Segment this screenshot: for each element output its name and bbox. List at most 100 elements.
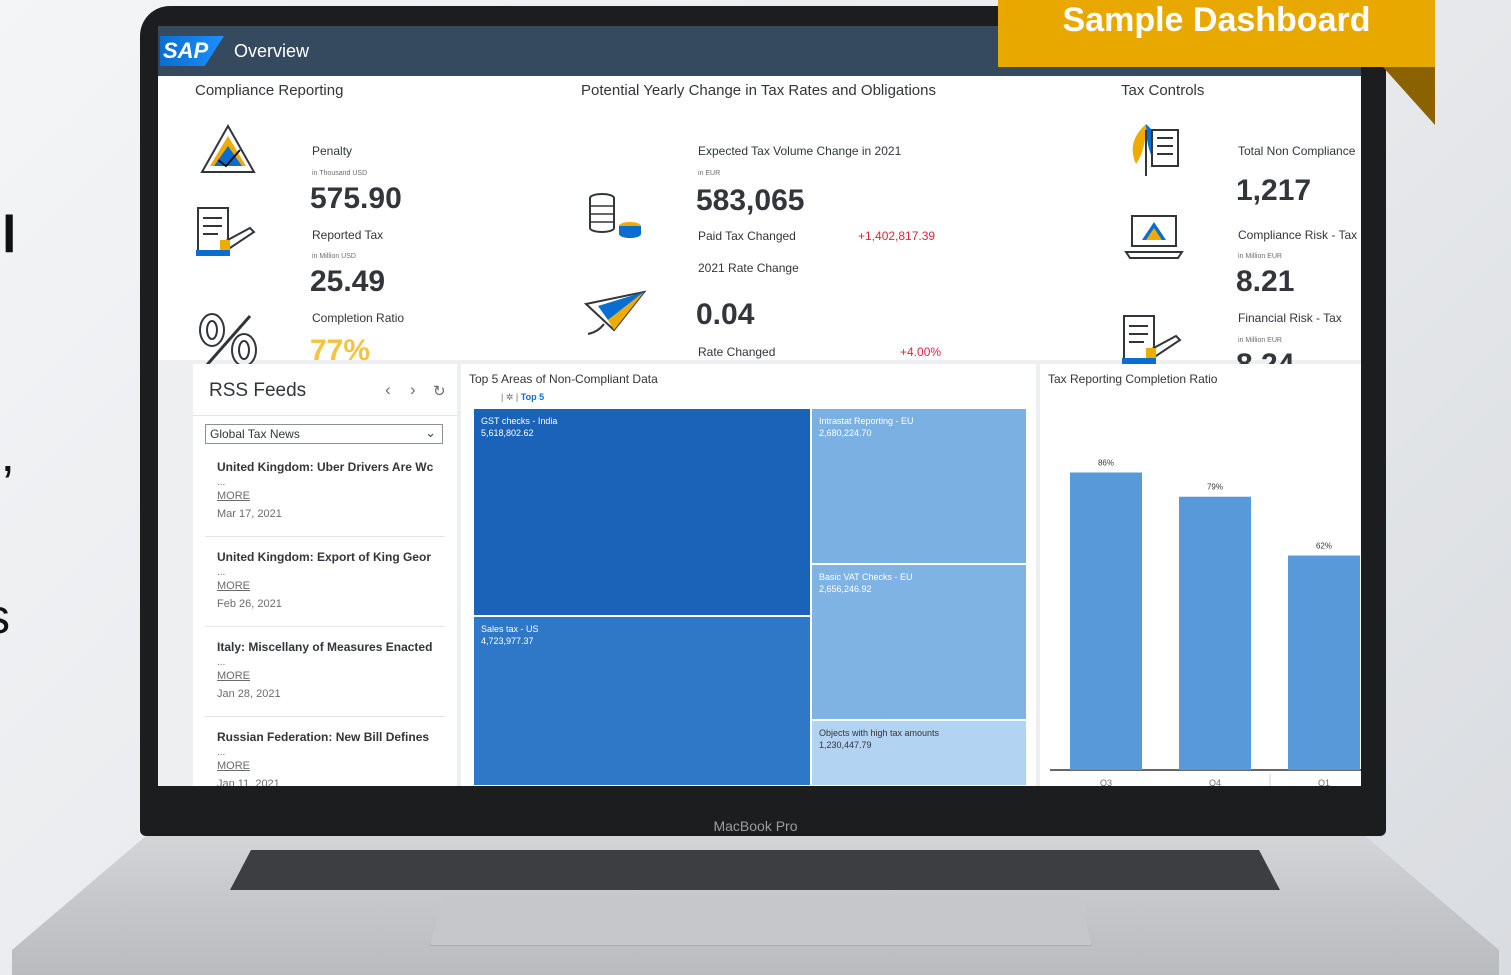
feed-date: Jan 11, 2021 — [217, 778, 280, 786]
potential-title: Potential Yearly Change in Tax Rates and… — [581, 82, 936, 99]
penalty-value[interactable]: 575.90 — [310, 182, 402, 216]
list-divider — [205, 626, 445, 627]
more-link[interactable]: MORE — [217, 670, 445, 682]
list-item[interactable]: Italy: Miscellany of Measures Enacted ..… — [217, 640, 445, 700]
bar[interactable] — [1179, 496, 1251, 770]
bar[interactable] — [1070, 472, 1142, 770]
tile-value: 2,656,246.92 — [819, 584, 872, 594]
feed-date: Feb 26, 2021 — [217, 598, 282, 610]
shell-title: Overview — [234, 40, 310, 61]
rss-card: RSS Feeds ‹ › ↻ Global Tax News ⌄ United… — [193, 364, 457, 786]
slide-edge-glyph: ’ — [2, 456, 14, 514]
more-link[interactable]: MORE — [217, 580, 445, 592]
list-item[interactable]: United Kingdom: Uber Drivers Are Wc ... … — [217, 460, 445, 520]
kpi-row: Compliance Reporting Penalty in Thousand… — [158, 76, 1361, 381]
bar-value-label: 79% — [1207, 483, 1223, 492]
top5-toggle[interactable]: Top 5 — [521, 392, 544, 402]
bar-chart: 86%Q379%Q462%Q120202021 — [1050, 459, 1361, 786]
more-link[interactable]: MORE — [217, 760, 445, 772]
rate-change-value[interactable]: 0.04 — [696, 298, 754, 332]
feed-headline[interactable]: United Kingdom: Export of King Geor — [217, 550, 445, 564]
feed-ellipsis: ... — [217, 657, 226, 668]
feed-select[interactable]: Global Tax News ⌄ — [205, 424, 443, 444]
rate-change-label: 2021 Rate Change — [698, 261, 799, 275]
compliance-risk-unit: in Million EUR — [1238, 253, 1282, 260]
financial-risk-label: Financial Risk - Tax — [1238, 311, 1342, 325]
keyboard — [230, 850, 1280, 890]
controls-title: Tax Controls — [1121, 82, 1205, 99]
volume-value[interactable]: 583,065 — [696, 184, 804, 218]
device-label: MacBook Pro — [713, 818, 798, 834]
chevron-down-icon: ⌄ — [425, 425, 436, 440]
percent-icon — [199, 313, 257, 367]
tile-value: 5,618,802.62 — [481, 428, 534, 438]
banner-fold — [1383, 67, 1435, 125]
list-divider — [205, 716, 445, 717]
treemap-tile[interactable]: GST checks - India 5,618,802.62 — [473, 408, 811, 616]
tile-name: Objects with high tax amounts — [819, 728, 940, 738]
refresh-icon[interactable]: ↻ — [433, 382, 446, 400]
compliance-risk-value[interactable]: 8.21 — [1236, 265, 1294, 299]
paid-tax-label: Paid Tax Changed — [698, 229, 796, 243]
treemap-tile[interactable]: Basic VAT Checks - EU 2,656,246.92 — [811, 564, 1027, 720]
tile-name: GST checks - India — [481, 416, 558, 426]
reported-tax-label: Reported Tax — [312, 228, 384, 242]
list-item[interactable]: United Kingdom: Export of King Geor ... … — [217, 550, 445, 610]
slide-edge-glyph: l — [2, 206, 17, 264]
paper-plane-icon — [584, 290, 647, 335]
tile-value: 1,230,447.79 — [819, 740, 872, 750]
chevron-left-icon[interactable]: ‹ — [385, 380, 391, 400]
treemap-tile[interactable]: Objects with high tax amounts 1,230,447.… — [811, 720, 1027, 786]
penalty-label: Penalty — [312, 144, 353, 158]
category-tick-label: Q1 — [1318, 778, 1330, 786]
trackpad — [430, 895, 1092, 946]
completion-chart-card: Tax Reporting Completion Ratio 86% Q3 79% Q… — [1040, 364, 1361, 786]
feed-headline[interactable]: United Kingdom: Uber Drivers Are Wc — [217, 460, 445, 474]
total-noncompliance-label: Total Non Compliance — [1238, 144, 1356, 158]
mountain-chart-icon — [200, 123, 256, 173]
category-tick-label: Q3 — [1100, 778, 1112, 786]
feed-ellipsis: ... — [217, 747, 226, 758]
chevron-right-icon[interactable]: › — [410, 380, 416, 400]
treemap-card: Top 5 Areas of Non-Compliant Data | ✲ | … — [461, 364, 1036, 786]
feed-date: Mar 17, 2021 — [217, 508, 282, 520]
tile-name: Intrastat Reporting - EU — [819, 416, 914, 426]
bar-value-label: 86% — [1098, 459, 1114, 468]
penalty-unit: in Thousand USD — [312, 170, 368, 177]
treemap-toolbar: | ✲ | Top 5 — [501, 392, 544, 403]
feed-ellipsis: ... — [217, 477, 226, 488]
list-item[interactable]: Russian Federation: New Bill Defines ...… — [217, 730, 445, 786]
treemap-title: Top 5 Areas of Non-Compliant Data — [469, 372, 658, 386]
rss-title: RSS Feeds — [209, 380, 307, 401]
list-divider — [205, 536, 445, 537]
tile-name: Sales tax - US — [481, 624, 539, 634]
volume-unit: in EUR — [698, 170, 721, 177]
treemap-tile[interactable]: Sales tax - US 4,723,977.37 — [473, 616, 811, 786]
coin-stack-icon — [589, 193, 641, 238]
bar-value-label: 62% — [1316, 542, 1332, 551]
sap-logo[interactable]: SAP — [160, 36, 224, 66]
sample-dashboard-banner: Sample Dashboard — [998, 0, 1435, 67]
paid-tax-delta: +1,402,817.39 — [858, 229, 936, 243]
feed-headline[interactable]: Italy: Miscellany of Measures Enacted — [217, 640, 445, 654]
feed-select-value: Global Tax News — [210, 427, 300, 441]
compliance-title: Compliance Reporting — [195, 82, 344, 99]
rate-changed-label: Rate Changed — [698, 345, 776, 359]
total-noncompliance-value[interactable]: 1,217 — [1236, 174, 1311, 208]
screen: SAP Overview Compliance Reporting Penalt… — [158, 26, 1361, 786]
tile-value: 4,723,977.37 — [481, 636, 534, 646]
more-link[interactable]: MORE — [217, 490, 445, 502]
treemap-tile[interactable]: Intrastat Reporting - EU 2,680,224.70 — [811, 408, 1027, 564]
feed-headline[interactable]: Russian Federation: New Bill Defines — [217, 730, 445, 744]
completion-value[interactable]: 77% — [310, 334, 370, 368]
volume-label: Expected Tax Volume Change in 2021 — [698, 144, 902, 158]
bar[interactable] — [1288, 555, 1360, 770]
reported-tax-value[interactable]: 25.49 — [310, 265, 385, 299]
financial-risk-unit: in Million EUR — [1238, 337, 1282, 344]
settings-icon[interactable]: ✲ — [506, 392, 514, 402]
slide-edge-glyph: s — [0, 590, 10, 645]
tile-value: 2,680,224.70 — [819, 428, 872, 438]
compliance-risk-label: Compliance Risk - Tax — [1238, 228, 1358, 242]
leaf-checklist-icon — [1132, 124, 1179, 176]
laptop-chart-icon — [1124, 215, 1184, 259]
